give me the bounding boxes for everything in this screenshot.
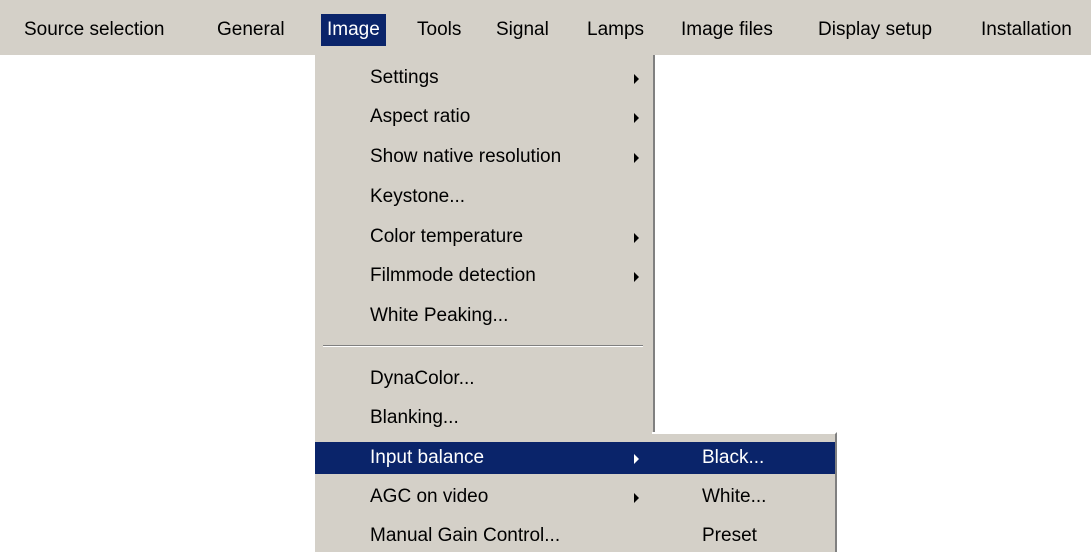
menu-item-settings[interactable]: Settings	[315, 62, 653, 94]
menu-source-selection[interactable]: Source selection	[24, 14, 164, 46]
submenu-arrow-icon	[634, 113, 639, 123]
menu-bar: Source selection General Image Tools Sig…	[0, 0, 1091, 55]
menu-item-label: Settings	[370, 67, 439, 88]
menu-item-label: White Peaking...	[370, 305, 509, 326]
menu-item-label: Show native resolution	[370, 146, 562, 167]
menu-lamps[interactable]: Lamps	[587, 14, 644, 46]
menu-item-dynacolor[interactable]: DynaColor...	[315, 363, 653, 395]
menu-item-input-balance[interactable]: Input balance	[315, 442, 653, 474]
menu-image[interactable]: Image	[321, 14, 386, 46]
menu-item-label: Manual Gain Control...	[370, 525, 561, 546]
menu-item-label: White...	[702, 486, 767, 507]
menu-display-setup[interactable]: Display setup	[818, 14, 932, 46]
menu-item-label: DynaColor...	[370, 368, 475, 389]
menu-item-blanking[interactable]: Blanking...	[315, 402, 653, 434]
submenu-item-preset[interactable]: Preset	[652, 520, 835, 552]
menu-item-aspect-ratio[interactable]: Aspect ratio	[315, 101, 653, 133]
input-balance-submenu: Black... White... Preset	[652, 432, 837, 552]
menu-item-label: Aspect ratio	[370, 106, 471, 127]
submenu-arrow-icon	[634, 233, 639, 243]
menu-item-show-native-resolution[interactable]: Show native resolution	[315, 141, 653, 173]
submenu-item-white[interactable]: White...	[652, 481, 835, 513]
menu-tools[interactable]: Tools	[417, 14, 461, 46]
menu-item-label: Color temperature	[370, 226, 524, 247]
menu-separator	[323, 345, 643, 347]
menu-item-agc-on-video[interactable]: AGC on video	[315, 481, 653, 513]
menu-image-files[interactable]: Image files	[681, 14, 773, 46]
menu-item-label: Filmmode detection	[370, 265, 536, 286]
menu-item-label: Black...	[702, 447, 765, 468]
submenu-arrow-icon	[634, 153, 639, 163]
submenu-arrow-icon	[634, 493, 639, 503]
menu-item-label: Blanking...	[370, 407, 459, 428]
menu-item-white-peaking[interactable]: White Peaking...	[315, 300, 653, 332]
menu-item-label: Keystone...	[370, 186, 466, 207]
menu-general[interactable]: General	[217, 14, 285, 46]
menu-signal[interactable]: Signal	[496, 14, 549, 46]
submenu-item-black[interactable]: Black...	[652, 442, 835, 474]
submenu-arrow-icon	[634, 74, 639, 84]
menu-item-label: AGC on video	[370, 486, 489, 507]
image-dropdown-menu: Settings Aspect ratio Show native resolu…	[315, 55, 655, 552]
submenu-arrow-icon	[634, 454, 639, 464]
menu-item-label: Input balance	[370, 447, 485, 468]
menu-item-label: Preset	[702, 525, 757, 546]
submenu-arrow-icon	[634, 272, 639, 282]
menu-item-manual-gain-control[interactable]: Manual Gain Control...	[315, 520, 653, 552]
menu-item-keystone[interactable]: Keystone...	[315, 181, 653, 213]
menu-item-color-temperature[interactable]: Color temperature	[315, 221, 653, 253]
menu-item-filmmode-detection[interactable]: Filmmode detection	[315, 260, 653, 292]
menu-installation[interactable]: Installation	[981, 14, 1072, 46]
